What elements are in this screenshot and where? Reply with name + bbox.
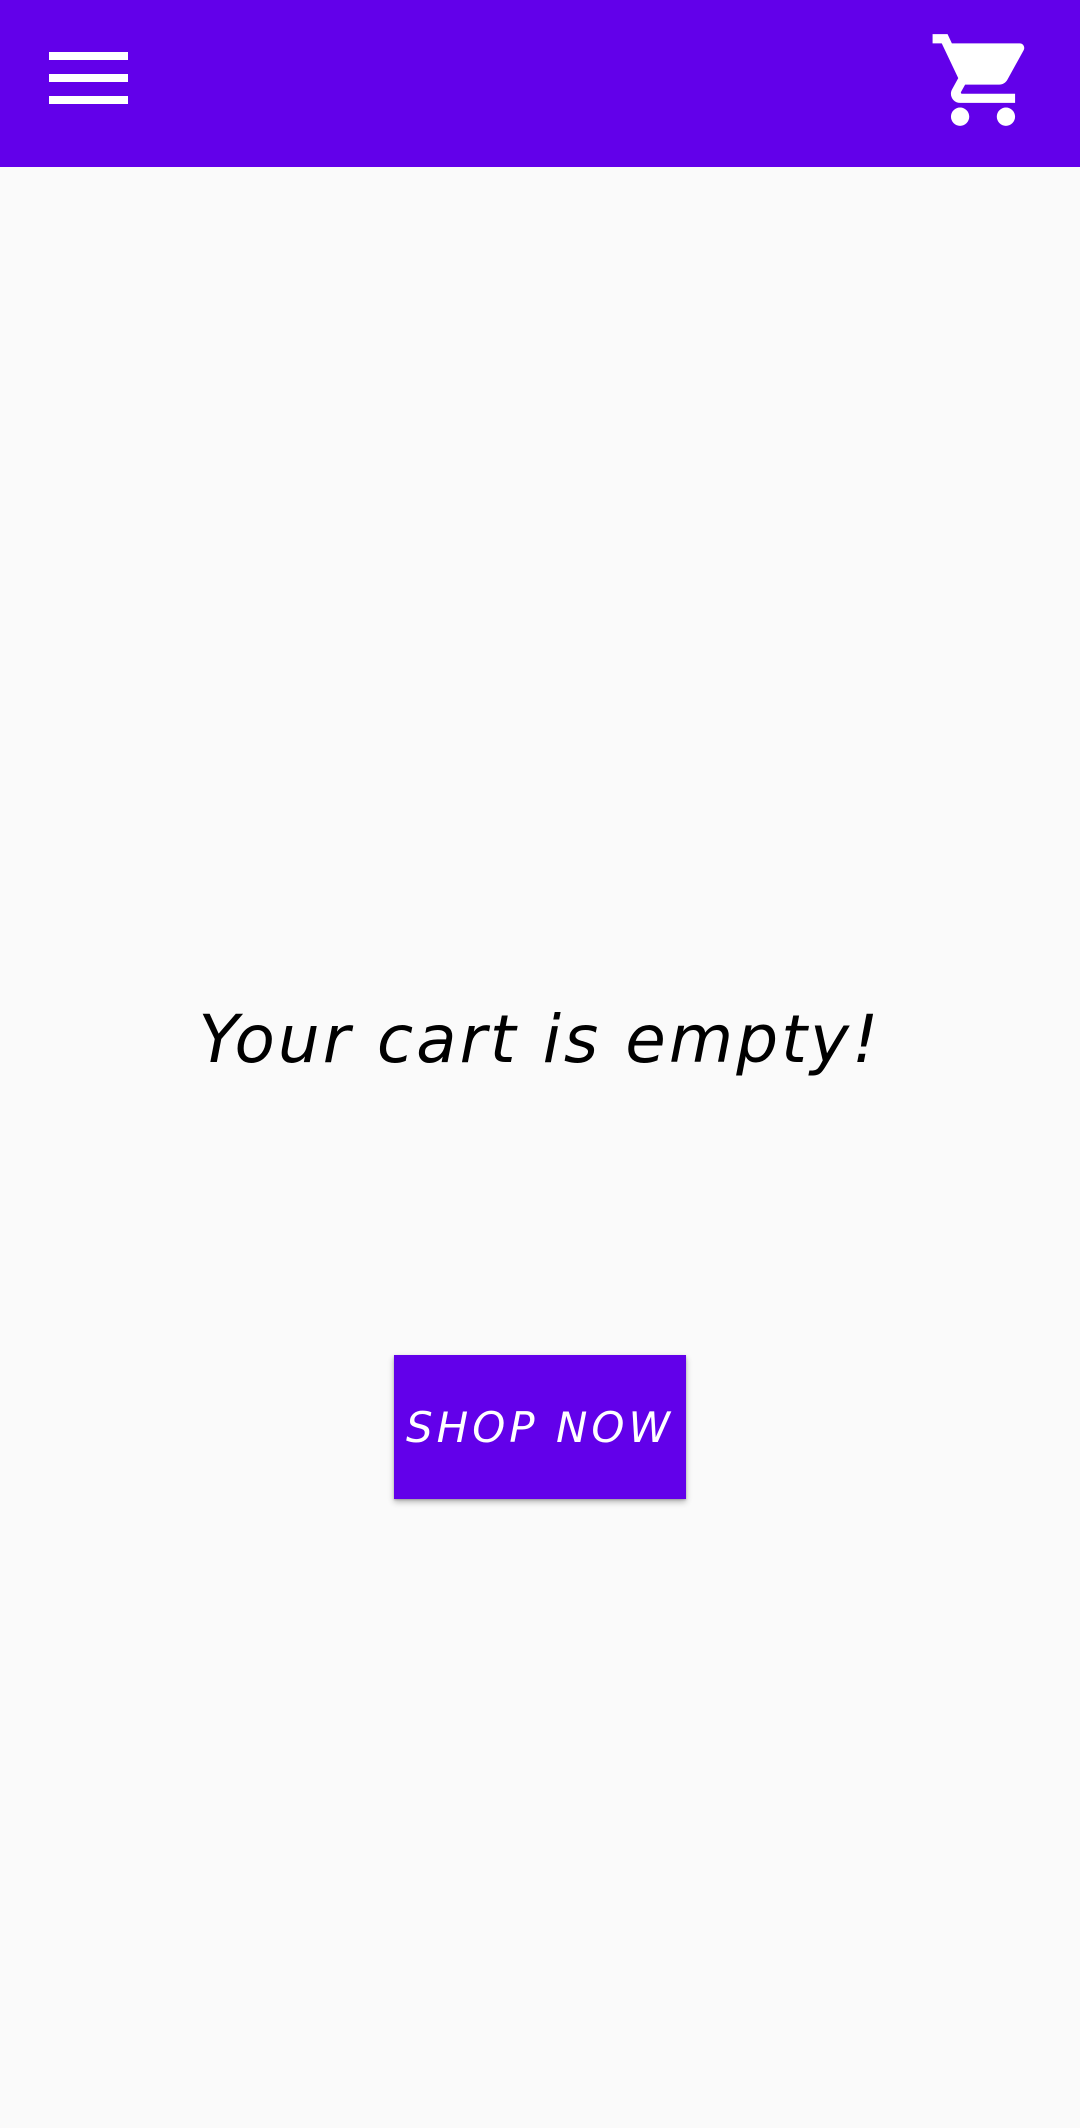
shopping-cart-icon xyxy=(932,34,1025,126)
app-bar xyxy=(0,0,1080,167)
empty-cart-message: Your cart is empty! xyxy=(198,1001,882,1078)
menu-button[interactable] xyxy=(38,40,138,120)
shop-now-button[interactable]: SHOP NOW xyxy=(394,1355,686,1499)
shop-now-button-label: SHOP NOW xyxy=(406,1402,674,1452)
cart-button[interactable] xyxy=(928,25,1038,135)
cart-screen: Your cart is empty! SHOP NOW xyxy=(0,0,1080,2128)
